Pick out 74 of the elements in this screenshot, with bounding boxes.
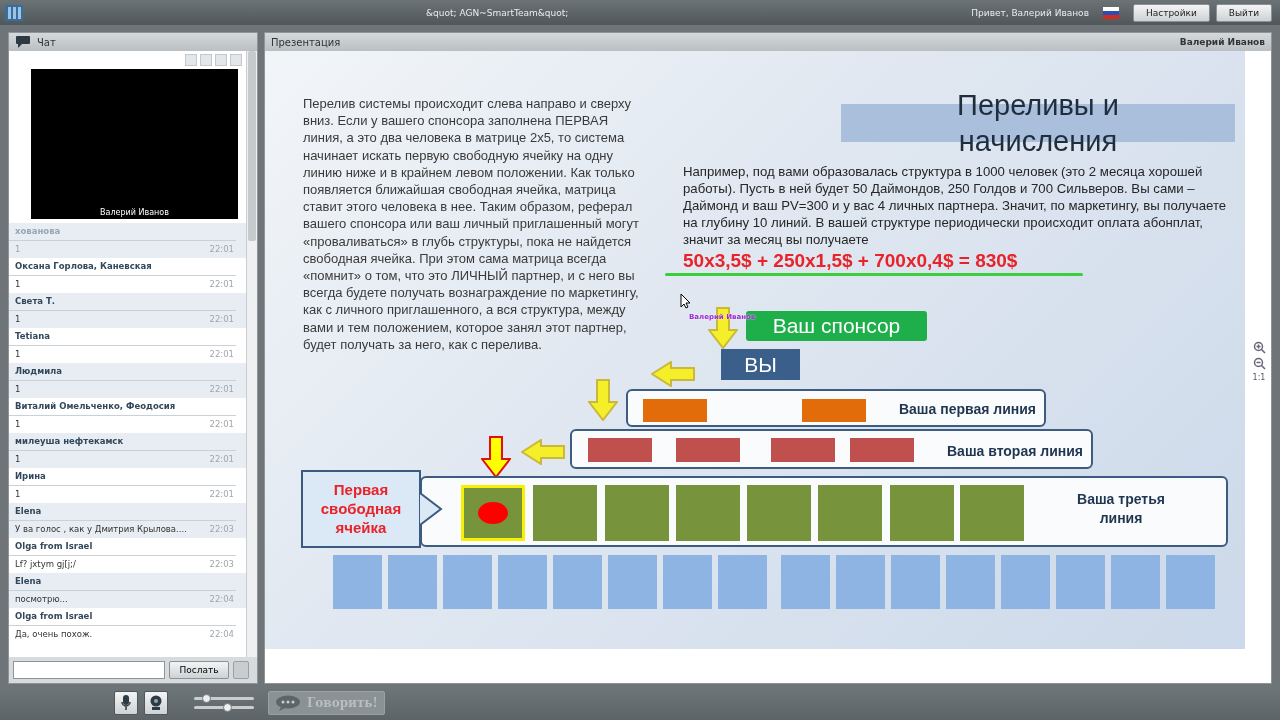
message-time: 22:04 [209,594,234,604]
message-author: Tetiana [9,328,236,346]
presenter-name: Валерий Иванов [1179,37,1265,47]
microphone-icon [121,695,131,711]
message-text: 1 [15,279,21,289]
message-text: 1 [15,384,21,394]
line-label: Ваша первая линия [898,401,1036,417]
message-time: 22:01 [209,454,234,464]
message-text: У ва голос , как у Дмитрия Крылова.... [15,524,187,534]
line-label: Ваша вторая линия [947,443,1083,459]
callout: Первая свободная ячейка [301,470,421,548]
message-time: 22:03 [209,559,234,569]
message-text: 1 [15,314,21,324]
greeting: Привет, Валерий Иванов [971,7,1089,18]
chat-icon [15,35,31,49]
scrollbar[interactable] [246,51,257,657]
volume-slider[interactable] [194,706,254,709]
message-text: Да, очень похож. [15,629,93,639]
message-author: хованова [9,223,236,241]
settings-button[interactable]: Настройки [1132,3,1210,22]
message-text: Lf? jxtym gj[j;/ [15,559,76,569]
message-text: посмотрю... [15,594,68,604]
formula: 50x3,5$ + 250x1,5$ + 700x0,4$ = 830$ [683,250,1018,272]
message-time: 22:01 [209,489,234,499]
zoom-reset[interactable]: 1:1 [1252,373,1266,382]
flag-icon[interactable] [1102,6,1119,19]
line-label: Ваша третья линия [1076,490,1166,528]
message-time: 22:01 [209,384,234,394]
microphone-button[interactable] [114,691,138,715]
message-author: Света Т. [9,293,236,311]
camera-button[interactable] [144,691,168,715]
speech-bubble-icon [275,695,301,711]
panel-title: Презентация [271,36,342,48]
panel-title: Чат [37,36,57,48]
message-text: 1 [15,244,21,254]
video-label: Валерий Иванов [100,208,169,219]
webcam-icon [149,695,163,711]
message-time: 22:03 [209,524,234,534]
message-author: Виталий Омельченко, Феодосия [9,398,236,416]
message-input[interactable] [13,661,165,679]
logo-icon [5,4,23,21]
message-author: Оксана Горлова, Каневская [9,258,236,276]
you-box: ВЫ [721,349,800,380]
message-text: 1 [15,489,21,499]
message-time: 22:04 [209,629,234,639]
message-time: 22:01 [209,349,234,359]
down-arrow [588,379,618,421]
message-author: Olga from Israel [9,608,236,626]
message-time: 22:01 [209,314,234,324]
zoom-out-icon[interactable] [1252,357,1266,370]
slide-paragraph: Перелив системы происходит слева направо и сверху вниз. Если у вашего спонсора заполнена ПЕРВАЯ линия, а это два человека в матрице 2x5, то система начинает искать первую свободную ячейку на одну линию ниже и в крайнем левом положении. Как только появляется ближайшая свободная ячейка, матрица ставит этого человека в нее. Таким образом, реферал вашего спонсора или ваш личный приглашенный могут «проваливаться» в глубь структуры, пока не найдется свободная ячейка. При этом сама матрица всегда «помнит» о том, что это ЛИЧНЫЙ партнер, и с него вы всегда будете получать вознаграждение по маркетингу, как с личного приглашенного, а вся структура, между вами и тем положением, которое занял этот партнер, будет получать за него, как с перелива. [303,95,640,354]
slide-paragraph: Например, под вами образовалась структура в 1000 человек (это 2 месяца хорошей работы). Пусть в ней будет 50 Даймондов, 250 Голдов и 700 Сильверов. Вы сами – Даймонд и ваш PV=300 и у вас 4 личных партнера. Значит, по маркетингу, вы получаете на глубину 10 линий. В вашей структуре периодически происходит оплата абонплат, значит за месяц вы получаете [683,163,1228,248]
left-arrow [521,439,565,465]
message-time: 22:01 [209,279,234,289]
message-author: Elena [9,503,236,521]
message-time: 22:01 [209,419,234,429]
message-text: 1 [15,419,21,429]
down-arrow [481,436,511,478]
message-author: милеуша нефтекамск [9,433,236,451]
volume-slider[interactable] [194,697,254,700]
message-text: 1 [15,454,21,464]
zoom-in-icon[interactable] [1252,341,1266,354]
message-author: Людмила [9,363,236,381]
message-text: 1 [15,349,21,359]
message-author: Ирина [9,468,236,486]
logout-button[interactable]: Выйти [1215,3,1272,22]
emoji-button[interactable] [233,661,249,679]
message-time: 22:01 [209,244,234,254]
message-author: Elena [9,573,236,591]
left-arrow [651,361,695,387]
send-button[interactable]: Послать [169,661,229,679]
cursor-icon [680,293,690,309]
message-author: Olga from Israel [9,538,236,556]
window-title: &quot; AGN~SmartTeam&quot; [425,7,570,18]
